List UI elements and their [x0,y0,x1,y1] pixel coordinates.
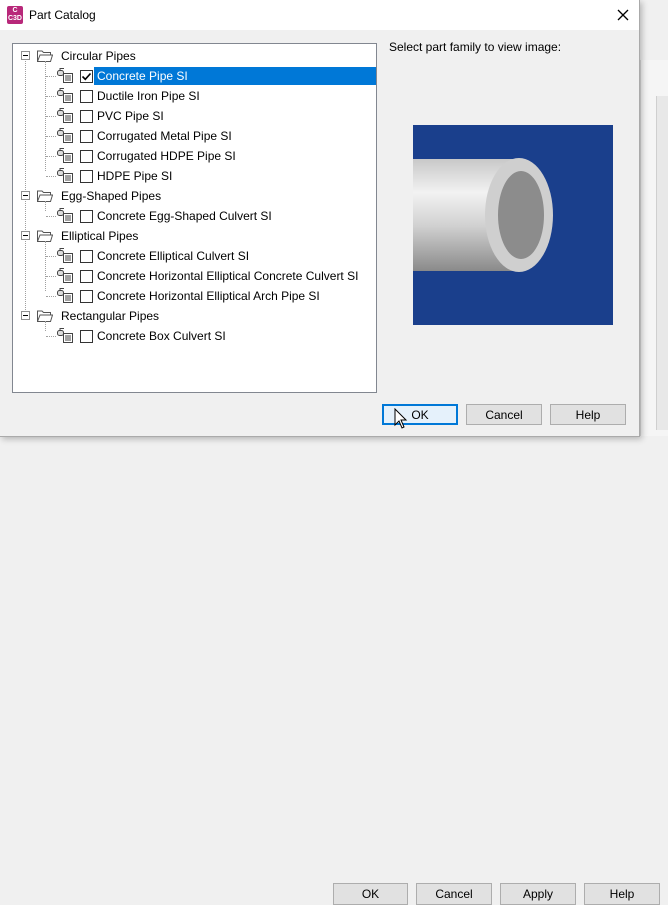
tree-item[interactable]: Corrugated HDPE Pipe SI [13,146,373,166]
tree-connector-branch [46,156,56,158]
parent-ok-button[interactable]: OK [333,883,408,905]
part-family-icon [57,288,75,304]
tree-group-label: Elliptical Pipes [61,229,139,243]
collapse-toggle[interactable] [21,231,30,240]
title-bar: C C3D Part Catalog [0,0,639,30]
tree-group-circular-pipes[interactable]: Circular Pipes [13,46,373,66]
part-checkbox[interactable] [80,270,93,283]
tree-item-label: Ductile Iron Pipe SI [97,89,200,103]
cancel-button[interactable]: Cancel [466,404,542,425]
tree-connector-branch [46,136,56,138]
tree-group-rectangular-pipes[interactable]: Rectangular Pipes [13,306,373,326]
tree-connector-branch [46,216,56,218]
part-checkbox[interactable] [80,290,93,303]
tree-group-label: Egg-Shaped Pipes [61,189,162,203]
tree-connector-branch [46,76,56,78]
tree-item-label: PVC Pipe SI [97,109,164,123]
tree-connector-branch [46,256,56,258]
mouse-cursor-icon [394,408,408,429]
parent-button-bar: OK Cancel Apply Help [0,436,668,905]
part-tree[interactable]: Circular Pipes Concrete Pipe SI Ductile Ir… [12,43,377,393]
tree-item-label: Concrete Horizontal Elliptical Concrete … [97,269,359,283]
civil3d-app-icon: C C3D [7,6,23,24]
part-checkbox[interactable] [80,90,93,103]
tree-connector-branch [46,296,56,298]
parent-help-button[interactable]: Help [584,883,660,905]
tree-connector-branch [46,336,56,338]
part-checkbox[interactable] [80,110,93,123]
tree-connector-branch [46,116,56,118]
close-icon [617,9,629,21]
parent-apply-button[interactable]: Apply [500,883,576,905]
part-checkbox[interactable] [80,150,93,163]
tree-item-label: Corrugated HDPE Pipe SI [97,149,236,163]
tree-item[interactable]: Ductile Iron Pipe SI [13,86,373,106]
part-family-icon [57,108,75,124]
tree-item[interactable]: Concrete Horizontal Elliptical Arch Pipe… [13,286,373,306]
tree-item-label: Concrete Box Culvert SI [97,329,226,343]
parent-scrollbar[interactable] [656,96,668,430]
part-family-icon [57,88,75,104]
part-checkbox[interactable] [80,250,93,263]
part-family-icon [57,268,75,284]
tree-item[interactable]: Concrete Pipe SI [13,66,376,86]
tree-connector-branch [46,276,56,278]
tree-item[interactable]: PVC Pipe SI [13,106,373,126]
part-family-icon [57,148,75,164]
pipe-preview-graphic [413,158,553,272]
tree-item-label: Concrete Egg-Shaped Culvert SI [97,209,272,223]
tree-item[interactable]: Concrete Egg-Shaped Culvert SI [13,206,373,226]
tree-connector-branch [46,96,56,98]
close-button[interactable] [608,2,638,28]
tree-item[interactable]: HDPE Pipe SI [13,166,373,186]
preview-prompt: Select part family to view image: [389,40,562,54]
window-title: Part Catalog [29,8,96,22]
tree-group-egg-shaped-pipes[interactable]: Egg-Shaped Pipes [13,186,373,206]
tree-item[interactable]: Corrugated Metal Pipe SI [13,126,373,146]
tree-item-label: Concrete Pipe SI [97,69,188,83]
tree-group-label: Rectangular Pipes [61,309,160,323]
help-button[interactable]: Help [550,404,626,425]
part-family-icon [57,128,75,144]
part-preview-image [413,125,613,325]
part-catalog-dialog: C C3D Part Catalog Circular Pipes Concrete… [0,0,640,437]
tree-item[interactable]: Concrete Elliptical Culvert SI [13,246,373,266]
part-checkbox[interactable] [80,130,93,143]
part-family-icon [57,248,75,264]
tree-item-label: HDPE Pipe SI [97,169,173,183]
tree-connector-branch [46,176,56,178]
tree-item-label: Concrete Elliptical Culvert SI [97,249,250,263]
tree-group-label: Circular Pipes [61,49,136,63]
part-family-icon [57,68,75,84]
tree-item-label: Concrete Horizontal Elliptical Arch Pipe… [97,289,320,303]
tree-item[interactable]: Concrete Horizontal Elliptical Concrete … [13,266,373,286]
tree-item-label: Corrugated Metal Pipe SI [97,129,232,143]
part-family-icon [57,328,75,344]
parent-cancel-button[interactable]: Cancel [416,883,492,905]
part-checkbox[interactable] [80,70,93,83]
part-checkbox[interactable] [80,210,93,223]
part-checkbox[interactable] [80,330,93,343]
part-family-icon [57,168,75,184]
collapse-toggle[interactable] [21,51,30,60]
tree-group-elliptical-pipes[interactable]: Elliptical Pipes [13,226,373,246]
part-family-icon [57,208,75,224]
collapse-toggle[interactable] [21,191,30,200]
collapse-toggle[interactable] [21,311,30,320]
part-checkbox[interactable] [80,170,93,183]
tree-item[interactable]: Concrete Box Culvert SI [13,326,373,346]
